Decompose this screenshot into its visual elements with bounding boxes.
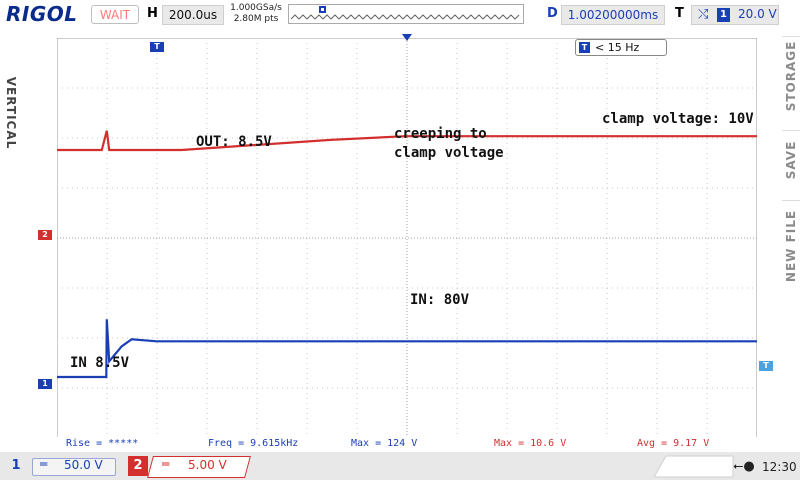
sample-rate: 1.000GSa/s — [230, 3, 282, 13]
dc-coupling-icon: ═ — [40, 457, 48, 471]
horizontal-label: H — [147, 6, 158, 21]
measurement-max-ch2[interactable]: Max = 10.6 V — [494, 438, 566, 449]
center-marker-icon — [402, 34, 412, 41]
trigger-filter-badge[interactable]: T < 15 Hz — [575, 39, 667, 56]
waveform-display[interactable] — [56, 37, 758, 439]
trigger-filter-marker: T — [579, 42, 590, 53]
trigger-level-marker[interactable]: T — [759, 361, 773, 371]
memory-depth: 2.80M pts — [233, 14, 279, 24]
left-menu-bar: VERTICAL — [0, 30, 20, 450]
measurement-rise[interactable]: Rise = ***** — [66, 438, 138, 449]
trigger-label: T — [675, 6, 684, 21]
trigger-source: 1 — [717, 8, 730, 22]
softkey-save[interactable]: SAVE — [782, 130, 800, 189]
ch1-number: 1 — [11, 458, 21, 473]
annotation-creeping-line1: creeping to — [394, 126, 487, 142]
softkey-new-file-label: NEW FILE — [784, 209, 798, 283]
ch1-settings[interactable]: 1 ═ 50.0 V — [6, 456, 116, 478]
dc-coupling-icon: ═ — [162, 457, 170, 471]
measurement-max-ch1[interactable]: Max = 124 V — [351, 438, 417, 449]
timebase-value[interactable]: 200.0us — [162, 5, 224, 25]
annotation-creeping-line2: clamp voltage — [394, 145, 504, 161]
clock: 12:30 — [762, 460, 797, 474]
delay-label: D — [547, 6, 558, 21]
ch2-scale: 5.00 V — [188, 458, 227, 472]
softkey-new-file[interactable]: NEW FILE — [782, 200, 800, 291]
ch2-number: 2 — [128, 456, 148, 476]
delay-value[interactable]: 1.00200000ms — [561, 5, 665, 25]
trigger-settings[interactable]: ⤭ 1 20.0 V — [691, 5, 779, 25]
memory-position-strip[interactable] — [288, 4, 524, 24]
ch1-offset-marker[interactable]: 1 — [38, 379, 52, 389]
annotation-in-final: IN: 80V — [410, 292, 470, 308]
ch1-scale: 50.0 V — [64, 458, 103, 472]
status-bar-divider — [654, 455, 734, 478]
measurement-freq[interactable]: Freq = 9.615kHz — [208, 438, 298, 449]
run-status-badge[interactable]: WAIT — [91, 5, 139, 24]
trigger-level: 20.0 V — [738, 7, 777, 21]
waveform-graticule — [56, 37, 758, 439]
vertical-menu-tab[interactable]: VERTICAL — [0, 70, 20, 160]
annotation-clamp: clamp voltage: 10V — [602, 111, 754, 127]
memory-zigzag — [290, 6, 520, 20]
brand-logo: RIGOL — [6, 2, 78, 26]
softkey-storage[interactable]: STORAGE — [782, 36, 800, 115]
measurement-avg-ch2[interactable]: Avg = 9.17 V — [637, 438, 709, 449]
trigger-position-marker[interactable]: T — [150, 42, 164, 52]
ch2-settings[interactable]: 2 ═ 5.00 V — [128, 456, 251, 478]
annotation-in-initial: IN 8.5V — [70, 355, 130, 371]
sample-info: 1.000GSa/s 2.80M pts — [230, 3, 282, 25]
softkey-save-label: SAVE — [784, 140, 798, 180]
vertical-menu-label: VERTICAL — [4, 76, 18, 150]
top-status-bar: RIGOL WAIT H 200.0us 1.000GSa/s 2.80M pt… — [0, 0, 800, 30]
usb-icon: ⭠● — [733, 459, 755, 474]
softkey-storage-label: STORAGE — [784, 40, 798, 112]
annotation-out: OUT: 8.5V — [196, 134, 272, 150]
trigger-filter-text: < 15 Hz — [595, 41, 640, 54]
ch2-offset-marker[interactable]: 2 — [38, 230, 52, 240]
rising-edge-icon: ⤭ — [698, 7, 709, 22]
